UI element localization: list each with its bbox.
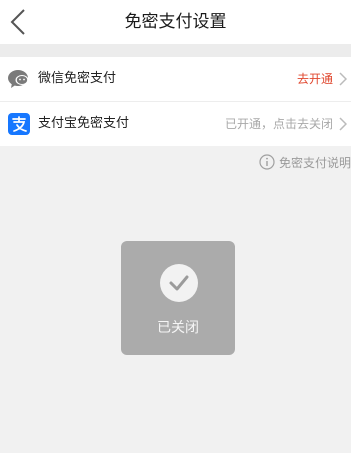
closed-toast: 已关闭: [121, 241, 235, 355]
toast-message: 已关闭: [157, 320, 199, 336]
chevron-right-icon: [339, 117, 347, 131]
wechat-pay-label: 微信免密支付: [38, 71, 117, 86]
section-gap: [0, 44, 351, 57]
alipay-nopassword-pay-row[interactable]: 支付宝免密支付 已开通，点击去关闭: [0, 102, 351, 146]
help-link-label: 免密支付说明: [278, 155, 351, 170]
wechat-icon: [8, 70, 29, 88]
chevron-right-icon: [339, 72, 347, 86]
alipay-icon: [8, 113, 30, 135]
alipay-pay-status: 已开通，点击去关闭: [224, 117, 333, 131]
info-circle-icon: [259, 154, 275, 170]
wechat-pay-status: 去开通: [296, 72, 333, 86]
alipay-pay-label: 支付宝免密支付: [38, 116, 130, 131]
page-title: 免密支付设置: [124, 12, 227, 32]
nopassword-pay-help-link[interactable]: 免密支付说明: [259, 152, 351, 172]
top-bar: 免密支付设置: [0, 0, 351, 44]
check-circle-icon: [160, 264, 198, 302]
wechat-nopassword-pay-row[interactable]: 微信免密支付 去开通: [0, 57, 351, 101]
